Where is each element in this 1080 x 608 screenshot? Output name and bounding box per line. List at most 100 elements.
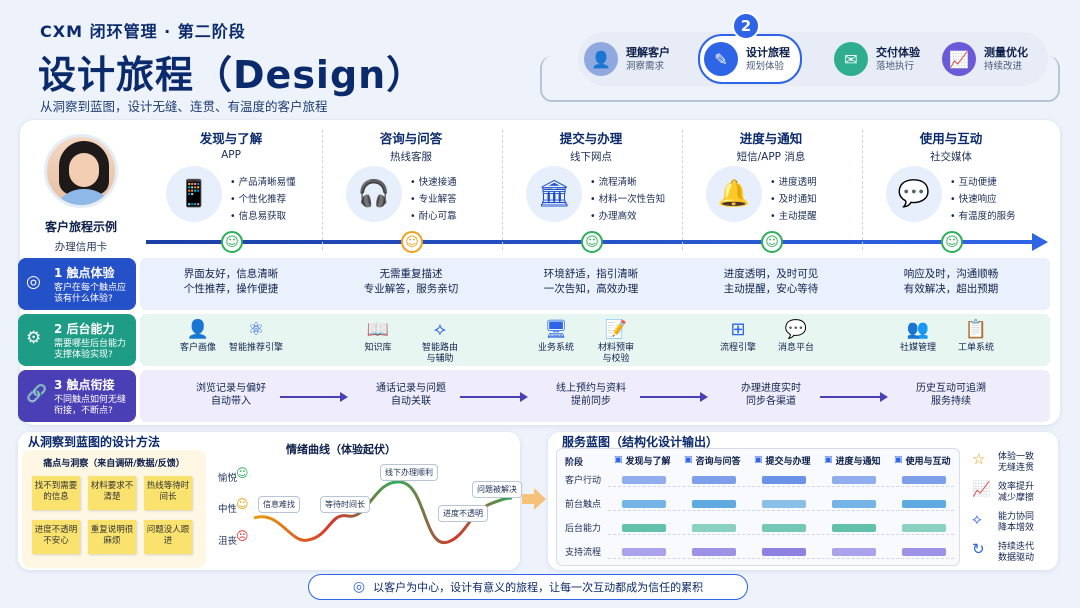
blueprint-stage-name: 使用与互动 [905, 456, 951, 467]
legend-icon: ☆ [972, 450, 986, 468]
stage-desc: 持续改进 [984, 61, 1023, 72]
capability-icon: 👥 [906, 319, 930, 340]
capability-label: 知识库 [364, 343, 392, 353]
touchpoint-channel: 线下网点 [570, 151, 612, 163]
touchpoint-title: 提交与办理 [559, 131, 623, 146]
stage-design[interactable]: ✎ 设计旅程 规划体验 [698, 34, 802, 84]
stage-icon: ▣ [684, 455, 693, 465]
stage-icon: ▣ [754, 455, 763, 465]
capability-icon: 📖 [366, 319, 390, 340]
blueprint-step [832, 524, 876, 532]
legend-label: 持续迭代 数据驱动 [998, 542, 1035, 563]
row-title: 1 触点体验 [54, 266, 115, 280]
blueprint-row-divider [608, 510, 954, 511]
capability-4: ⟡ 智能路由 与辅助 [408, 320, 472, 365]
persona-task: 办理信用卡 [54, 241, 108, 253]
legend-label: 体验一致 无缝连贯 [998, 452, 1035, 473]
legend-icon: ⟡ [972, 510, 982, 528]
legend-item: ☆ 体验一致 无缝连贯 [972, 452, 1058, 480]
legend-icon: ↻ [972, 540, 985, 558]
touchpoint-1[interactable]: 发现与了解 APP 📱 产品清晰易懂个性化推荐信息易获取 [142, 128, 320, 222]
bullet-item: 办理高效 [590, 208, 665, 225]
touchpoint-channel: APP [221, 149, 241, 161]
touchpoint-4[interactable]: 进度与通知短信/APP 消息 🔔 进度透明及时通知主动提醒 [682, 128, 860, 222]
capability-label: 客户画像 [179, 343, 216, 353]
target-icon: ◎ [352, 579, 366, 595]
pain-note: 材料要求不清楚 [88, 476, 136, 510]
capability-icon: ⚛ [247, 319, 265, 340]
blueprint-row-label: 前台触点 [565, 500, 602, 510]
row-label-backend: ⚙ 2 后台能力 需要哪些后台能力支撑体验实现? [18, 314, 136, 366]
touchpoint-title: 咨询与问答 [379, 131, 443, 146]
touchpoint-channel: 短信/APP 消息 [736, 151, 806, 163]
touchpoint-5[interactable]: 使用与互动社交媒体 💬 互动便捷快速响应有温度的服务 [862, 128, 1040, 222]
capability-icon: 💬 [784, 319, 808, 340]
capability-1: 👤 客户画像 [166, 320, 230, 354]
blueprint-step [832, 476, 876, 484]
bullet-item: 专业解答 [410, 191, 457, 208]
blueprint-stage-header: ▣ 发现与了解 [614, 452, 671, 468]
stage-bar: 👤 理解客户 洞察需求 ✎ 设计旅程 规划体验 ✉ 交付体验 落地执行 📈 测量优化持… [578, 32, 1048, 86]
stage-desc: 落地执行 [876, 61, 915, 72]
gear-icon: ⚙ [26, 328, 42, 348]
sad-face-icon: ☹ [236, 529, 249, 543]
pen-icon: ✎ [704, 42, 738, 76]
experience-cell: 响应及时，沟通顺畅 有效解决，超出预期 [903, 268, 999, 295]
legend-item: 📈 效率提升 减少摩擦 [972, 482, 1058, 510]
bell-icon: 🔔 [706, 166, 762, 222]
bank-icon: 🏛 [526, 166, 582, 222]
stage-measure[interactable]: 📈 测量优化 持续改进 [942, 36, 1028, 82]
touchpoint-title: 使用与互动 [919, 131, 983, 146]
touchpoint-channel: 社交媒体 [930, 151, 972, 163]
stage-understand[interactable]: 👤 理解客户 洞察需求 [584, 36, 670, 82]
row-title: 2 后台能力 [54, 322, 115, 336]
smile-face-icon: ☺ [761, 231, 783, 253]
arrow-right-icon [522, 488, 546, 510]
capability-label: 业务系统 [537, 343, 574, 353]
pain-note: 热线等待时间长 [144, 476, 192, 510]
blueprint-step [692, 476, 736, 484]
stage-desc: 规划体验 [746, 61, 785, 72]
touchpoint-2[interactable]: 咨询与问答热线客服 🎧 快速接通专业解答耐心可靠 [322, 128, 500, 222]
stage-deliver[interactable]: ✉ 交付体验 落地执行 [834, 36, 920, 82]
touchpoint-channel: 热线客服 [390, 151, 432, 163]
blueprint-stage-header: ▣ 进度与通知 [824, 452, 881, 468]
bullet-item: 互动便捷 [950, 174, 1016, 191]
legend-label: 效率提升 减少摩擦 [998, 482, 1035, 503]
pain-note: 重复说明很麻烦 [88, 520, 136, 554]
blueprint-step [622, 524, 666, 532]
handoff-item: 浏览记录与偏好 自动带入 [196, 383, 266, 407]
legend-icon: 📈 [972, 480, 991, 498]
bullet-item: 材料一次性告知 [590, 191, 666, 208]
blueprint-step [622, 500, 666, 508]
bullet-item: 进度透明 [770, 174, 817, 191]
active-step-number: 2 [732, 12, 760, 40]
blueprint-row-label: 后台能力 [565, 524, 602, 534]
experience-cell: 环境舒适，指引清晰 一次告知，高效办理 [543, 268, 639, 295]
handoff-item: 办理进度实时 同步各渠道 [741, 383, 801, 407]
capability-10: 📋 工单系统 [944, 320, 1008, 354]
blueprint-step [762, 548, 806, 556]
neutral-face-icon: ☺ [236, 497, 249, 511]
curve-bubble: 等待时间长 [320, 496, 370, 513]
capability-icon: 👤 [186, 319, 210, 340]
blueprint-row-label: 支持流程 [565, 548, 602, 558]
box-icon: ✉ [834, 42, 868, 76]
touchpoint-3[interactable]: 提交与办理线下网点 🏛 流程清晰材料一次性告知办理高效 [502, 128, 680, 222]
stage-icon: ▣ [614, 455, 623, 465]
touchpoint-glyph: 🎧 [357, 179, 391, 209]
pain-note: 找不到需要的信息 [32, 476, 80, 510]
capability-2: ⚛ 智能推荐引擎 [224, 320, 288, 354]
smile-face-icon: ☺ [221, 231, 243, 253]
touchpoint-glyph: 💬 [897, 179, 931, 209]
phone-icon: 📱 [166, 166, 222, 222]
capability-label: 智能路由 与辅助 [421, 343, 458, 364]
user-icon: 👤 [584, 42, 618, 76]
blueprint-step [692, 548, 736, 556]
capability-icon: 📝 [604, 319, 628, 340]
row-label-connect: 🔗 3 触点衔接 不同触点如何无缝衔接，不断点? [18, 370, 136, 422]
blueprint-row-divider [608, 558, 954, 559]
experience-cell: 界面友好，信息清晰 个性推荐，操作便捷 [183, 268, 279, 295]
capability-label: 材料预审 与校验 [597, 343, 634, 364]
blueprint-stage-name: 提交与办理 [765, 456, 811, 467]
